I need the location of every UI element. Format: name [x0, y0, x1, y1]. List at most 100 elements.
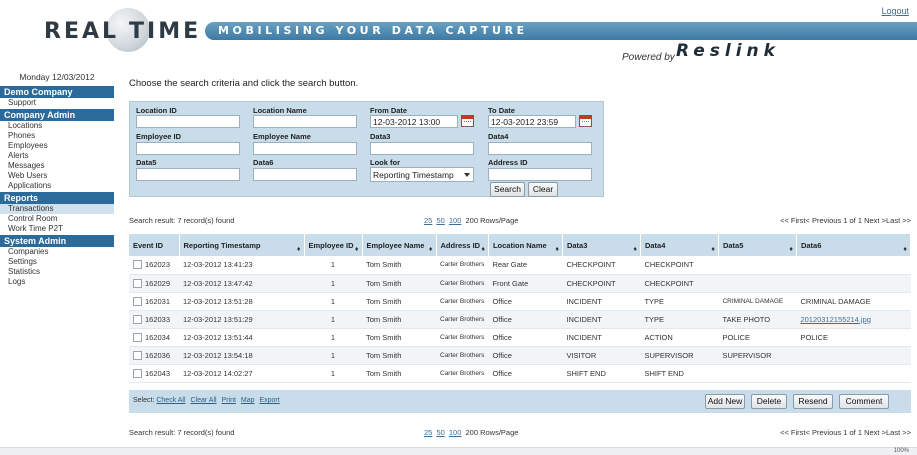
address-id-input[interactable]: [488, 168, 592, 181]
nav-alerts[interactable]: Alerts: [0, 151, 114, 161]
section-demo-company[interactable]: Demo Company: [0, 86, 114, 98]
instruction-text: Choose the search criteria and click the…: [129, 78, 359, 89]
add-new-button[interactable]: Add New: [705, 394, 745, 409]
cell-event-id[interactable]: 162029: [129, 274, 179, 293]
location-id-label: Location ID: [136, 106, 177, 115]
from-date-calendar-icon[interactable]: [461, 115, 474, 127]
nav-locations[interactable]: Locations: [0, 121, 114, 131]
map-link[interactable]: Map: [241, 397, 255, 404]
to-date-calendar-icon[interactable]: [579, 115, 592, 127]
col-location-name[interactable]: Location Name ♦: [488, 234, 563, 256]
sidebar: Monday 12/03/2012 Demo Company Support C…: [0, 68, 114, 287]
data5-input[interactable]: [136, 168, 240, 181]
data4-input[interactable]: [488, 142, 592, 155]
nav-settings[interactable]: Settings: [0, 257, 114, 267]
table-row[interactable]: 162036 12-03-2012 13:54:18 1 Tom Smith C…: [129, 346, 911, 365]
col-data5[interactable]: Data5 ♦: [718, 234, 797, 256]
clear-button[interactable]: Clear: [528, 182, 558, 197]
location-name-input[interactable]: [253, 115, 357, 128]
pager-bottom[interactable]: << First< Previous 1 of 1 Next >Last >>: [780, 428, 911, 437]
row-checkbox[interactable]: [133, 296, 142, 306]
row-checkbox[interactable]: [133, 368, 142, 378]
rows-option-100[interactable]: 100: [449, 428, 462, 437]
section-company-admin[interactable]: Company Admin: [0, 109, 114, 121]
col-address-id[interactable]: Address ID ♦: [436, 234, 489, 256]
section-reports[interactable]: Reports: [0, 192, 114, 204]
col-employee-name[interactable]: Employee Name ♦: [362, 234, 437, 256]
table-row[interactable]: 162033 12-03-2012 13:51:29 1 Tom Smith C…: [129, 310, 911, 329]
logo-text-left: REAL: [44, 18, 120, 44]
resend-button[interactable]: Resend: [793, 394, 833, 409]
data6-input[interactable]: [253, 168, 357, 181]
employee-name-input[interactable]: [253, 142, 357, 155]
row-checkbox[interactable]: [133, 332, 142, 342]
nav-control-room[interactable]: Control Room: [0, 214, 114, 224]
rows-option-50[interactable]: 50: [436, 216, 444, 225]
nav-web-users[interactable]: Web Users: [0, 171, 114, 181]
nav-transactions[interactable]: Transactions: [0, 204, 114, 214]
cell-event-id[interactable]: 162023: [129, 256, 179, 275]
cell-data3: INCIDENT: [562, 292, 641, 311]
sort-icon: ♦: [428, 246, 433, 253]
nav-support[interactable]: Support: [0, 98, 114, 108]
cell-address: Carter Brothers: [436, 256, 489, 275]
data3-input[interactable]: [370, 142, 474, 155]
nav-employees[interactable]: Employees: [0, 141, 114, 151]
nav-work-time-p2t[interactable]: Work Time P2T: [0, 224, 114, 234]
zoom-level[interactable]: 100%: [894, 448, 909, 454]
row-checkbox[interactable]: [133, 314, 142, 324]
table-row[interactable]: 162043 12-03-2012 14:02:27 1 Tom Smith C…: [129, 364, 911, 383]
cell-event-id[interactable]: 162033: [129, 310, 179, 329]
cell-data6: POLICE: [796, 328, 911, 347]
table-row[interactable]: 162034 12-03-2012 13:51:44 1 Tom Smith C…: [129, 328, 911, 347]
sort-icon: ♦: [354, 246, 359, 253]
section-system-admin[interactable]: System Admin: [0, 235, 114, 247]
table-row[interactable]: 162029 12-03-2012 13:47:42 1 Tom Smith C…: [129, 274, 911, 293]
rows-option-25[interactable]: 25: [424, 216, 432, 225]
pager[interactable]: << First< Previous 1 of 1 Next >Last >>: [780, 216, 911, 225]
export-link[interactable]: Export: [259, 397, 279, 404]
nav-logs[interactable]: Logs: [0, 277, 114, 287]
rows-per-page: 25 50 100 200 Rows/Page: [424, 216, 518, 225]
employee-id-input[interactable]: [136, 142, 240, 155]
realtime-logo: REAL TIME: [44, 8, 201, 52]
cell-location: Office: [488, 310, 563, 329]
nav-companies[interactable]: Companies: [0, 247, 114, 257]
table-row[interactable]: 162023 12-03-2012 13:41:23 1 Tom Smith C…: [129, 256, 911, 275]
check-all-link[interactable]: Check All: [156, 397, 185, 404]
nav-applications[interactable]: Applications: [0, 181, 114, 191]
nav-statistics[interactable]: Statistics: [0, 267, 114, 277]
nav-messages[interactable]: Messages: [0, 161, 114, 171]
clear-all-link[interactable]: Clear All: [191, 397, 217, 404]
rows-option-100[interactable]: 100: [449, 216, 462, 225]
row-checkbox[interactable]: [133, 260, 142, 270]
photo-link[interactable]: 20120312155214.jpg: [796, 310, 911, 329]
to-date-input[interactable]: 12-03-2012 23:59: [488, 115, 576, 128]
table-row[interactable]: 162031 12-03-2012 13:51:28 1 Tom Smith C…: [129, 292, 911, 311]
rows-option-25[interactable]: 25: [424, 428, 432, 437]
delete-button[interactable]: Delete: [751, 394, 787, 409]
col-data4[interactable]: Data4 ♦: [640, 234, 719, 256]
location-id-input[interactable]: [136, 115, 240, 128]
cell-event-id[interactable]: 162031: [129, 292, 179, 311]
print-link[interactable]: Print: [222, 397, 236, 404]
col-data6[interactable]: Data6 ♦: [796, 234, 912, 256]
from-date-input[interactable]: 12-03-2012 13:00: [370, 115, 458, 128]
col-reporting-timestamp[interactable]: Reporting Timestamp ♦: [179, 234, 305, 256]
search-button[interactable]: Search: [490, 182, 525, 197]
rows-option-50[interactable]: 50: [436, 428, 444, 437]
col-data3[interactable]: Data3 ♦: [562, 234, 641, 256]
cell-event-id[interactable]: 162034: [129, 328, 179, 347]
nav-phones[interactable]: Phones: [0, 131, 114, 141]
cell-event-id[interactable]: 162036: [129, 346, 179, 365]
comment-button[interactable]: Comment: [839, 394, 889, 409]
cell-event-id[interactable]: 162043: [129, 364, 179, 383]
from-date-label: From Date: [370, 106, 408, 115]
row-checkbox[interactable]: [133, 350, 142, 360]
row-checkbox[interactable]: [133, 278, 142, 288]
look-for-select[interactable]: Reporting Timestamp: [370, 167, 474, 182]
col-employee-id[interactable]: Employee ID ♦: [304, 234, 363, 256]
col-event-id[interactable]: Event ID: [129, 234, 180, 256]
logout-link[interactable]: Logout: [881, 6, 909, 16]
app-header: REAL TIME MOBILISING YOUR DATA CAPTURE L…: [0, 0, 917, 68]
